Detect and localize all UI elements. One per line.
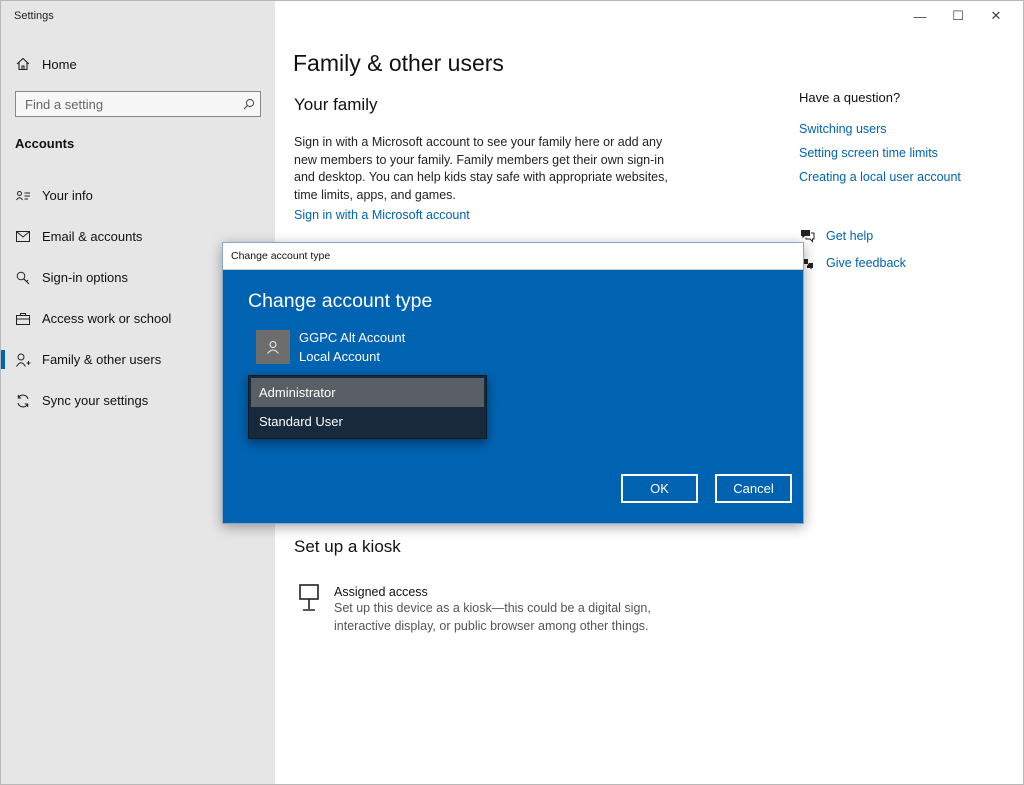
sidebar-item-home[interactable]: Home bbox=[1, 51, 275, 77]
person-card-icon bbox=[15, 188, 31, 204]
account-name: GGPC Alt Account bbox=[299, 330, 406, 345]
get-help-label: Get help bbox=[826, 228, 874, 243]
family-description: Sign in with a Microsoft account to see … bbox=[294, 135, 668, 202]
assigned-access-item[interactable]: Assigned access Set up this device as a … bbox=[298, 584, 674, 635]
section-label-accounts: Accounts bbox=[15, 136, 75, 151]
sidebar-item-label: Sign-in options bbox=[42, 270, 128, 285]
sync-icon bbox=[15, 393, 31, 409]
account-type-dropdown[interactable]: Administrator Standard User bbox=[248, 375, 487, 439]
ok-button[interactable]: OK bbox=[621, 474, 698, 503]
app-title: Settings bbox=[14, 10, 54, 22]
sidebar-item-label: Access work or school bbox=[42, 311, 172, 326]
cancel-button[interactable]: Cancel bbox=[715, 474, 792, 503]
maximize-icon[interactable]: ☐ bbox=[939, 5, 977, 27]
help-question: Have a question? bbox=[799, 90, 901, 105]
sidebar-item-label: Your info bbox=[42, 188, 93, 203]
option-standard-user[interactable]: Standard User bbox=[251, 407, 484, 436]
account-type: Local Account bbox=[299, 349, 380, 364]
briefcase-icon bbox=[15, 311, 31, 327]
sidebar-item-label: Sync your settings bbox=[42, 393, 149, 408]
help-actions: Get help Give feedback bbox=[799, 222, 906, 276]
account-info: GGPC Alt Account Local Account bbox=[256, 328, 405, 366]
key-icon bbox=[15, 270, 31, 286]
change-account-type-dialog: Change account type Change account type … bbox=[222, 242, 804, 524]
family-heading: Your family bbox=[294, 95, 378, 114]
dialog-heading: Change account type bbox=[248, 290, 433, 312]
home-icon bbox=[15, 56, 31, 72]
search-icon[interactable] bbox=[238, 98, 260, 110]
help-panel: Have a question? Switching users Setting… bbox=[799, 90, 1009, 189]
sidebar-item-label: Family & other users bbox=[42, 352, 162, 367]
minimize-icon[interactable]: — bbox=[901, 5, 939, 27]
kiosk-heading: Set up a kiosk bbox=[294, 537, 401, 556]
help-link-local-account[interactable]: Creating a local user account bbox=[799, 165, 1009, 189]
window-controls: — ☐ ✕ bbox=[901, 5, 1015, 27]
assigned-access-desc: Set up this device as a kiosk—this could… bbox=[334, 601, 651, 633]
kiosk-icon bbox=[298, 584, 322, 614]
give-feedback-label: Give feedback bbox=[826, 255, 906, 270]
settings-window: Settings Home Find a setting Accounts Yo… bbox=[0, 0, 1024, 785]
mail-icon bbox=[15, 229, 31, 245]
avatar bbox=[256, 330, 290, 364]
sidebar-item-label: Email & accounts bbox=[42, 229, 143, 244]
help-link-switching-users[interactable]: Switching users bbox=[799, 117, 1009, 141]
search-placeholder: Find a setting bbox=[25, 96, 104, 112]
dialog-titlebar: Change account type bbox=[223, 243, 803, 270]
assigned-access-title: Assigned access bbox=[334, 585, 428, 599]
person-add-icon bbox=[15, 352, 31, 368]
sign-in-microsoft-link[interactable]: Sign in with a Microsoft account bbox=[294, 208, 470, 222]
close-icon[interactable]: ✕ bbox=[977, 5, 1015, 27]
active-indicator bbox=[1, 350, 5, 369]
option-administrator[interactable]: Administrator bbox=[251, 378, 484, 407]
page-title: Family & other users bbox=[293, 50, 504, 76]
get-help-link[interactable]: Get help bbox=[799, 222, 906, 249]
home-label: Home bbox=[42, 56, 77, 72]
help-link-screen-time[interactable]: Setting screen time limits bbox=[799, 141, 1009, 165]
search-input[interactable]: Find a setting bbox=[15, 91, 261, 117]
sidebar-item-your-info[interactable]: Your info bbox=[1, 175, 275, 216]
give-feedback-link[interactable]: Give feedback bbox=[799, 249, 906, 276]
